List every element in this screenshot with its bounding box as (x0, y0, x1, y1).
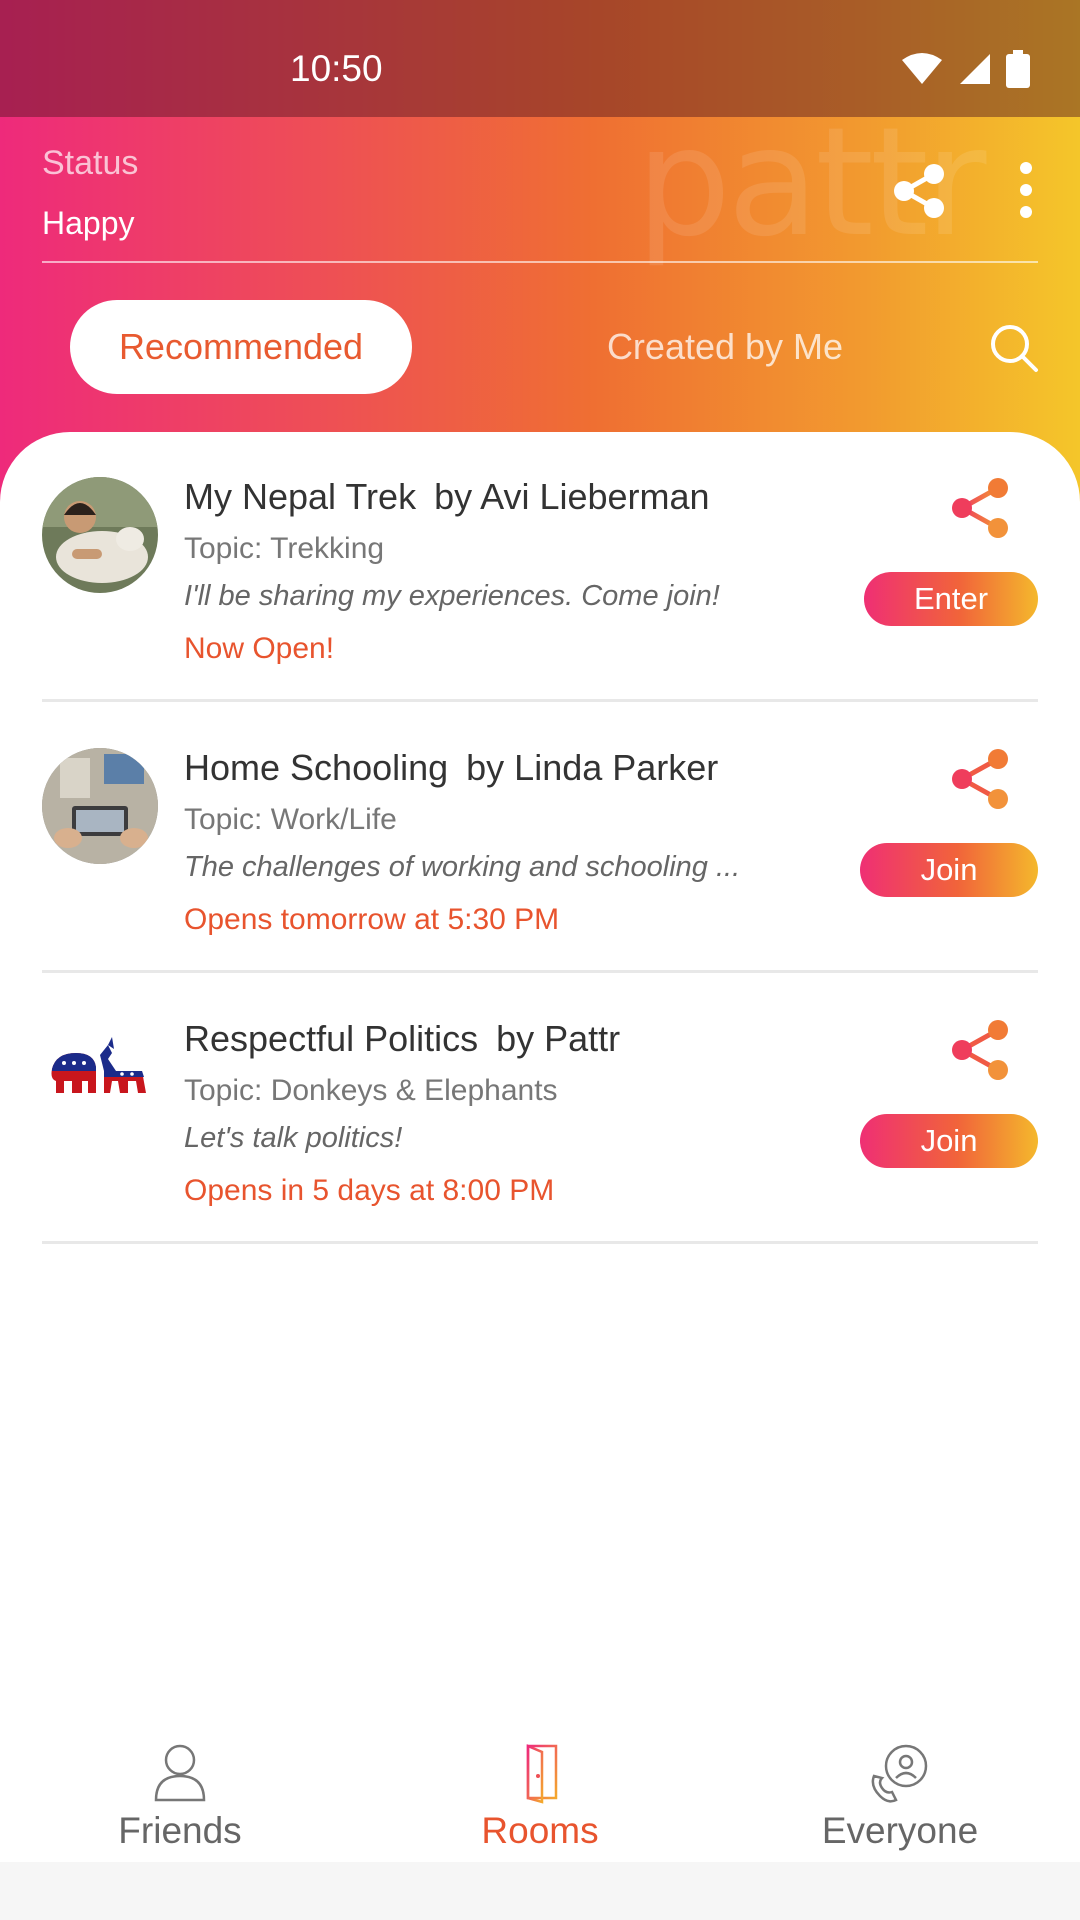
search-icon[interactable] (988, 322, 1040, 374)
nav-label: Friends (118, 1810, 242, 1851)
tab-recommended[interactable]: Recommended (70, 300, 412, 394)
share-icon[interactable] (948, 1018, 1012, 1082)
room-host: by Linda Parker (466, 747, 719, 788)
status-field[interactable]: Happy (42, 205, 135, 242)
app-screen: 10:50 pattr Status Happy Recommended Cre (0, 0, 1080, 1862)
list-item[interactable]: My Nepal Trek by Avi Lieberman Topic: Tre… (42, 432, 1038, 702)
wifi-icon (902, 53, 942, 84)
door-icon (516, 1744, 564, 1804)
nav-label: Rooms (481, 1810, 599, 1851)
status-label: Status (42, 144, 139, 182)
tab-created-by-me[interactable]: Created by Me (560, 300, 890, 394)
avatar (42, 1019, 158, 1135)
room-schedule: Opens in 5 days at 8:00 PM (184, 1174, 555, 1207)
more-options-icon[interactable] (1012, 160, 1040, 220)
room-topic: Topic: Work/Life (184, 803, 397, 836)
list-item[interactable]: Respectful Politics by Pattr Topic: Donke… (42, 974, 1038, 1244)
rooms-list: My Nepal Trek by Avi Lieberman Topic: Tre… (0, 432, 1080, 1862)
room-topic: Topic: Donkeys & Elephants (184, 1074, 558, 1107)
room-host: by Pattr (496, 1018, 621, 1059)
share-icon[interactable] (890, 162, 948, 220)
join-button[interactable]: Join (860, 843, 1038, 897)
room-description: The challenges of working and schooling … (184, 851, 741, 883)
room-host: by Avi Lieberman (434, 476, 710, 517)
room-description: Let's talk politics! (184, 1122, 403, 1154)
room-description: I'll be sharing my experiences. Come joi… (184, 580, 720, 612)
share-icon[interactable] (948, 476, 1012, 540)
nav-everyone[interactable]: Everyone (750, 1720, 1050, 1862)
nav-label: Everyone (821, 1810, 979, 1851)
status-time: 10:50 (290, 48, 383, 89)
signal-icon (960, 54, 990, 84)
share-icon[interactable] (948, 747, 1012, 811)
room-schedule: Now Open! (184, 632, 335, 665)
avatar (42, 477, 158, 593)
room-title: My Nepal Trek (184, 476, 417, 517)
room-title: Home Schooling (184, 747, 449, 788)
nav-rooms[interactable]: Rooms (390, 1720, 690, 1862)
nav-friends[interactable]: Friends (30, 1720, 330, 1862)
person-icon (154, 1744, 206, 1802)
status-underline (42, 261, 1038, 263)
battery-icon (1006, 50, 1030, 88)
enter-button[interactable]: Enter (864, 572, 1038, 626)
room-title: Respectful Politics (184, 1018, 479, 1059)
list-item[interactable]: Home Schooling by Linda Parker Topic: Wor… (42, 703, 1038, 973)
bottom-nav: Friends Rooms Everyone (0, 1720, 1080, 1862)
phone-person-icon (871, 1744, 928, 1803)
room-schedule: Opens tomorrow at 5:30 PM (184, 903, 560, 936)
join-button[interactable]: Join (860, 1114, 1038, 1168)
room-topic: Topic: Trekking (184, 532, 385, 565)
avatar (42, 748, 158, 864)
